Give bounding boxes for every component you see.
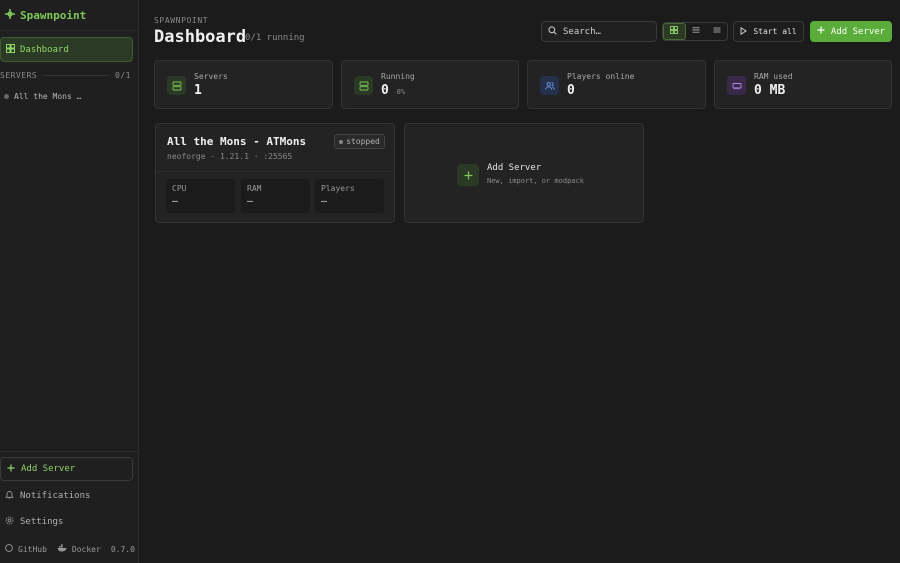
search-box[interactable] [541, 21, 657, 42]
plus-icon [457, 164, 479, 186]
stat-value: 0 [567, 83, 575, 98]
memory-icon [727, 76, 746, 95]
stat-label: Servers [194, 72, 228, 81]
users-icon [540, 76, 559, 95]
metric-label: RAM [247, 184, 262, 193]
github-icon [5, 544, 13, 554]
stat-value: 1 [194, 83, 202, 98]
stat-label: Players online [567, 72, 635, 81]
sidebar-item-label: Dashboard [20, 44, 69, 55]
plus-icon [7, 464, 15, 475]
metric-cpu: CPU — [166, 179, 235, 213]
sidebar-item-settings[interactable]: Settings [5, 515, 133, 529]
version-label: 0.7.0 [110, 544, 135, 554]
bell-icon [5, 490, 14, 502]
spawnpoint-logo-icon [4, 8, 16, 23]
add-server-button[interactable]: Add Server [810, 21, 892, 42]
stat-label: RAM used [754, 72, 793, 81]
docker-icon [57, 544, 67, 554]
servers-heading: SERVERS [0, 70, 38, 80]
sidebar-footer: GitHub Docker 0.7.0 [5, 543, 135, 555]
sidebar: Spawnpoint Dashboard SERVERS 0/1 All the… [0, 0, 139, 563]
brand[interactable]: Spawnpoint [0, 0, 138, 31]
server-card-title: All the Mons - ATMons [167, 135, 307, 148]
breadcrumb: SPAWNPOINT [154, 16, 209, 25]
dashboard-icon [6, 43, 15, 56]
stat-value: 0 MB [754, 83, 786, 98]
add-card-title: Add Server [487, 163, 542, 173]
divider [0, 451, 138, 452]
grid-view-button[interactable] [663, 23, 686, 40]
gear-icon [5, 516, 14, 528]
stat-card-servers: Servers 1 [154, 60, 333, 109]
metric-value: — [321, 196, 328, 207]
list-icon [713, 26, 721, 37]
app-name: Spawnpoint [20, 8, 87, 22]
divider [156, 171, 394, 172]
play-icon [740, 26, 748, 37]
start-all-button[interactable]: Start all [733, 21, 804, 42]
metric-players: Players — [315, 179, 384, 213]
stat-value: 0 0% [381, 83, 406, 98]
servers-count: 0/1 [115, 70, 131, 80]
grid-icon [670, 26, 679, 37]
status-dot [4, 93, 9, 99]
page-subtitle: 0/1 running [245, 33, 305, 43]
sidebar-server-item[interactable]: All the Mons … [4, 90, 129, 102]
plus-icon [817, 26, 825, 37]
sidebar-item-dashboard[interactable]: Dashboard [0, 37, 133, 62]
add-card-subtitle: New, import, or modpack [487, 177, 584, 185]
server-icon [354, 76, 373, 95]
start-all-label: Start all [753, 27, 797, 36]
notifications-label: Notifications [20, 491, 91, 501]
server-icon [167, 76, 186, 95]
list-compact-icon [692, 26, 700, 37]
github-link[interactable]: GitHub [18, 545, 47, 554]
metric-ram: RAM — [241, 179, 310, 213]
list-view-button[interactable] [706, 23, 727, 40]
metric-value: — [247, 196, 254, 207]
server-card[interactable]: All the Mons - ATMons neoforge · 1.21.1 … [155, 123, 395, 223]
add-server-label: Add Server [21, 464, 76, 474]
search-icon [548, 25, 557, 38]
stat-card-running: Running 0 0% [341, 60, 519, 109]
metric-label: Players [321, 184, 355, 193]
status-badge: stopped [334, 134, 385, 149]
server-card-meta: neoforge · 1.21.1 · :25565 [167, 152, 293, 161]
add-server-card[interactable]: Add Server New, import, or modpack [404, 123, 644, 223]
status-label: stopped [346, 137, 380, 146]
stat-label: Running [381, 72, 415, 81]
stat-percent: 0% [396, 88, 406, 96]
servers-section-header: SERVERS 0/1 [0, 69, 131, 81]
settings-label: Settings [20, 517, 64, 527]
metric-value: — [172, 196, 179, 207]
status-dot [339, 139, 344, 144]
add-server-label: Add Server [830, 26, 886, 37]
divider [43, 74, 110, 76]
server-name: All the Mons … [14, 91, 82, 101]
docker-link[interactable]: Docker [72, 545, 101, 554]
metric-label: CPU [172, 184, 187, 193]
view-mode-toggle [662, 22, 728, 41]
sidebar-item-notifications[interactable]: Notifications [5, 489, 133, 503]
search-input[interactable] [563, 26, 648, 37]
sidebar-add-server-button[interactable]: Add Server [0, 457, 133, 481]
compact-list-view-button[interactable] [686, 23, 707, 40]
page-title: Dashboard [154, 27, 247, 47]
stat-card-ram: RAM used 0 MB [714, 60, 892, 109]
stat-card-players: Players online 0 [527, 60, 706, 109]
